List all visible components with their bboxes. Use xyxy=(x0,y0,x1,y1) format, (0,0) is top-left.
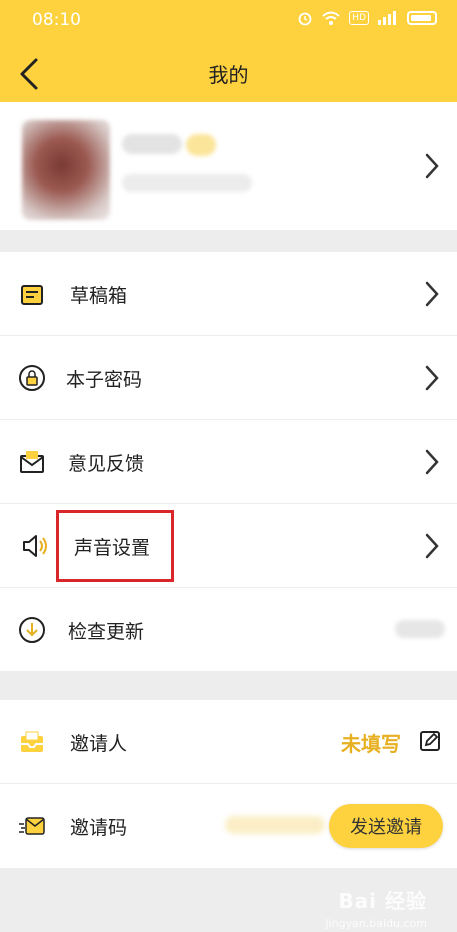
hd-icon: HD xyxy=(349,11,369,25)
avatar xyxy=(22,120,110,220)
version-value-blurred xyxy=(395,620,445,638)
inviter-label: 邀请人 xyxy=(70,733,128,755)
header-bar: 我的 xyxy=(0,44,457,102)
draft-box-icon xyxy=(21,285,43,305)
wifi-icon xyxy=(322,11,340,25)
profile-card[interactable] xyxy=(0,102,457,230)
edit-icon[interactable] xyxy=(419,730,441,752)
feedback-mail-icon xyxy=(20,451,44,473)
baidu-watermark-logo: Bai 经验 xyxy=(338,889,427,913)
chevron-right-icon xyxy=(425,449,439,475)
status-time: 08:10 xyxy=(32,10,81,30)
invite-code-row[interactable]: 邀请码 发送邀请 xyxy=(0,784,457,868)
invite-code-blurred xyxy=(225,816,325,834)
chevron-right-icon xyxy=(425,533,439,559)
inviter-value: 未填写 xyxy=(341,732,401,756)
menu-section: 草稿箱 本子密码 意见反馈 声音设置 检查更新 xyxy=(0,252,457,672)
download-icon xyxy=(19,617,45,643)
user-id-blurred xyxy=(122,174,252,192)
chevron-right-icon xyxy=(425,281,439,307)
vip-badge-icon xyxy=(186,134,216,156)
menu-item-notebook-password[interactable]: 本子密码 xyxy=(0,336,457,420)
speaker-icon xyxy=(23,535,47,557)
menu-item-feedback[interactable]: 意见反馈 xyxy=(0,420,457,504)
menu-item-label: 检查更新 xyxy=(68,621,145,643)
send-invite-button[interactable]: 发送邀请 xyxy=(329,804,443,848)
alarm-icon xyxy=(298,12,312,26)
battery-icon xyxy=(407,11,437,25)
menu-item-label: 意见反馈 xyxy=(68,453,145,475)
invite-section: 邀请人 未填写 邀请码 发送邀请 xyxy=(0,700,457,868)
invite-code-label: 邀请码 xyxy=(70,817,128,839)
chevron-right-icon xyxy=(425,365,439,391)
nickname-blurred xyxy=(122,134,182,154)
lock-icon xyxy=(19,365,45,391)
menu-item-drafts[interactable]: 草稿箱 xyxy=(0,252,457,336)
menu-item-label: 草稿箱 xyxy=(70,285,128,307)
send-mail-icon xyxy=(19,817,45,835)
inviter-row[interactable]: 邀请人 未填写 xyxy=(0,700,457,784)
watermark-url: jingyan.baidu.com xyxy=(325,917,427,930)
menu-item-check-update[interactable]: 检查更新 xyxy=(0,588,457,672)
status-bar: 08:10 HD xyxy=(0,0,457,44)
chevron-right-icon xyxy=(425,153,439,179)
inviter-inbox-icon xyxy=(21,731,43,752)
status-icons: HD xyxy=(297,10,437,26)
menu-item-label: 本子密码 xyxy=(66,369,143,391)
signal-icon xyxy=(378,11,396,25)
page-title: 我的 xyxy=(208,63,249,87)
highlight-box xyxy=(56,510,174,582)
